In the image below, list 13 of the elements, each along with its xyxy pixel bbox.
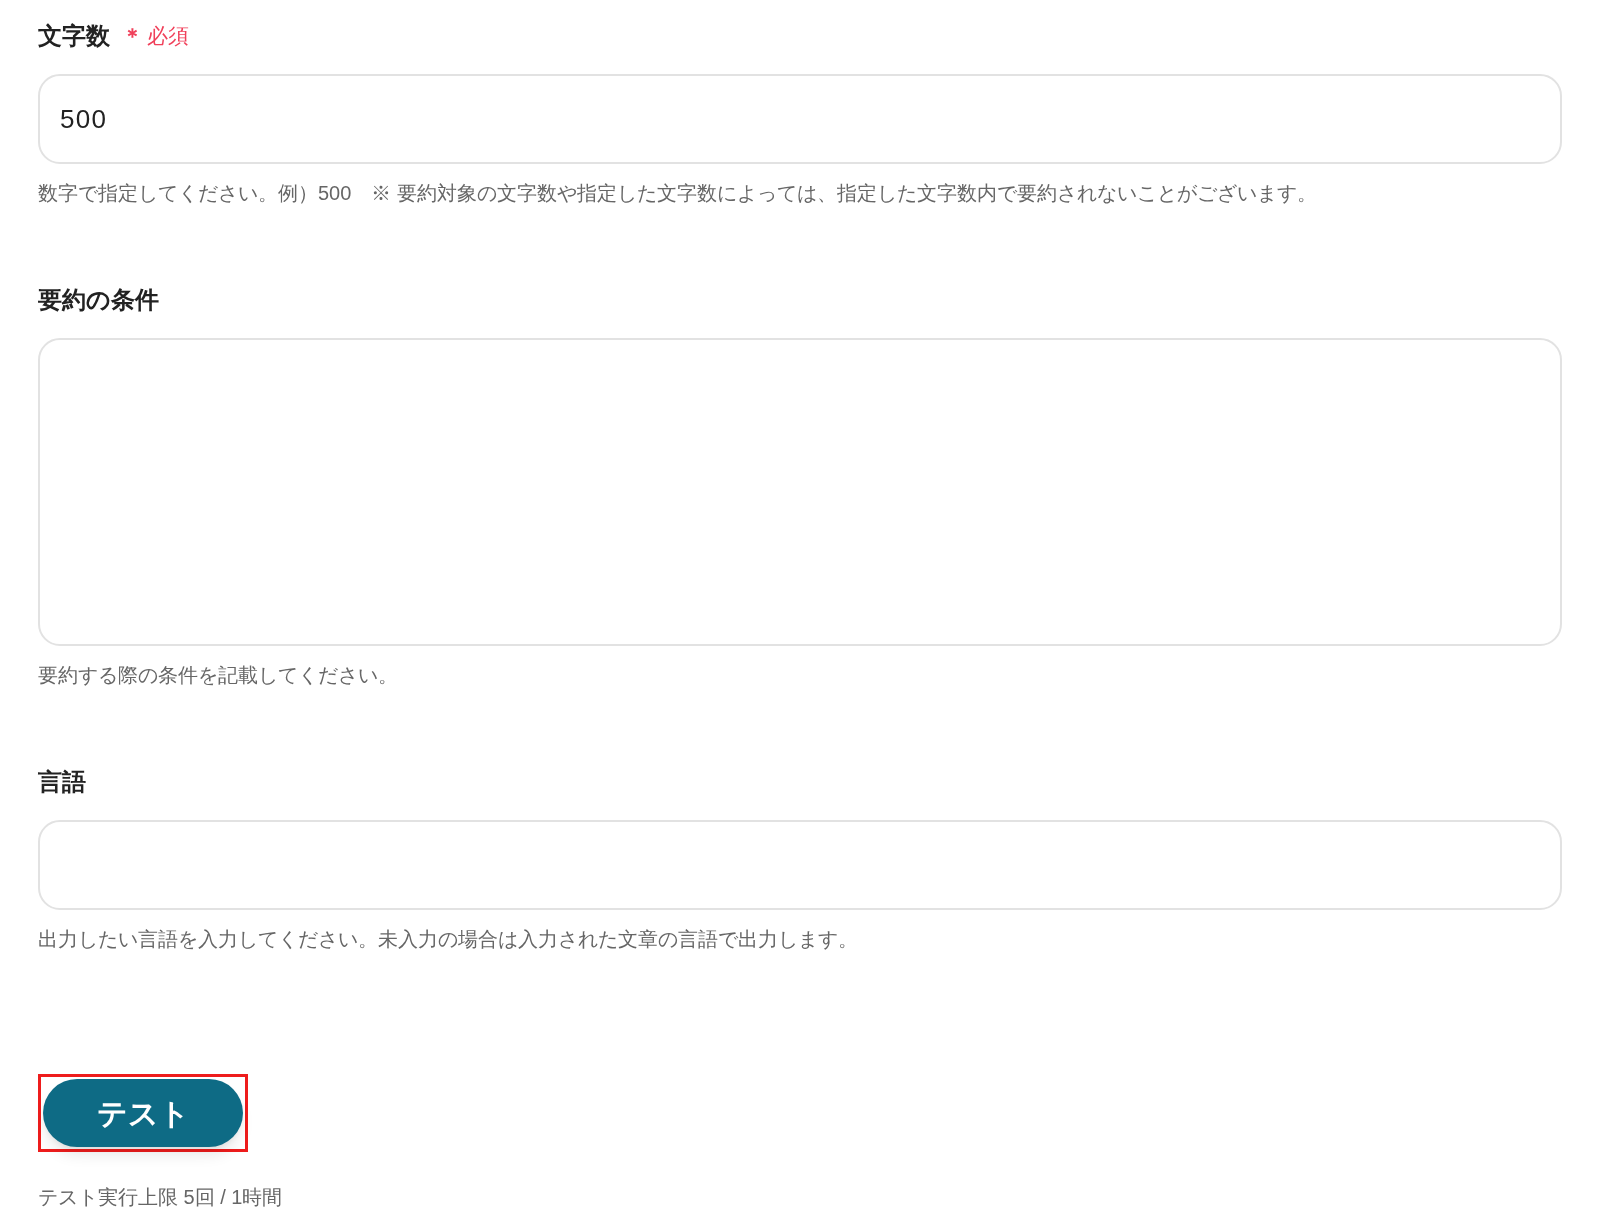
field-label: 言語: [38, 767, 86, 797]
test-button[interactable]: テスト: [43, 1079, 243, 1147]
help-text: 要約する際の条件を記載してください。: [38, 663, 399, 688]
field-label: 文字数: [38, 21, 110, 51]
input-field[interactable]: [38, 820, 1562, 910]
text-area[interactable]: [38, 338, 1562, 646]
help-text: 数字で指定してください。例）500 ※ 要約対象の文字数や指定した文字数によっては、指定した文字数内で要約されないことがございます。: [38, 181, 1318, 206]
field-label: 要約の条件: [38, 285, 159, 315]
required-mark: ＊: [122, 23, 143, 50]
limit-note: テスト実行上限 5回 / 1時間: [38, 1185, 284, 1210]
help-text: 出力したい言語を入力してください。未入力の場合は入力された文章の言語で出力します。: [38, 927, 859, 952]
input-field[interactable]: 500: [38, 74, 1562, 164]
required-label: 必須: [147, 23, 189, 50]
